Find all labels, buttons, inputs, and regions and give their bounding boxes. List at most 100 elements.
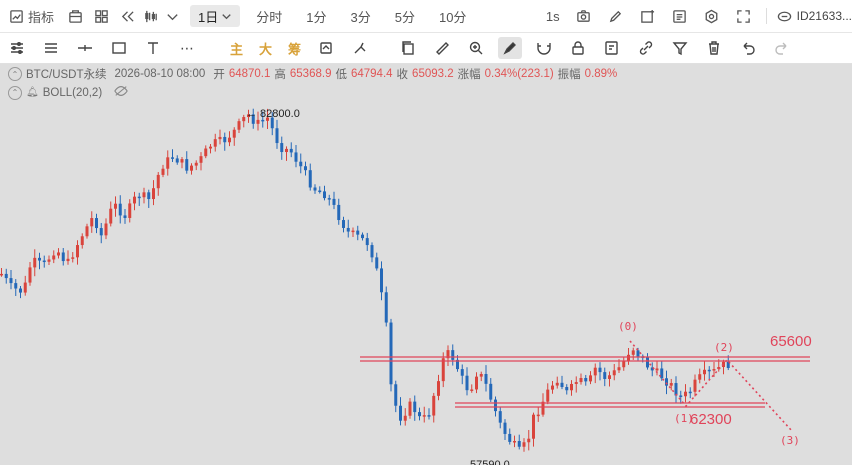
menu-lines-icon[interactable] [34,33,68,63]
user-id-button[interactable]: ID21633... [773,0,852,32]
candle-body-9 [42,260,46,263]
rectangle-icon[interactable] [102,33,136,63]
candle-body-8 [38,257,41,261]
link-chain-icon[interactable] [629,33,663,63]
collapse-icon[interactable]: ⌃ [8,67,22,81]
lock-icon[interactable] [561,33,595,63]
candle-body-100 [475,376,478,390]
candle-body-125 [593,367,597,376]
candle-body-69 [327,198,331,200]
settings-gear-icon[interactable] [696,0,728,32]
chart-mode-0[interactable]: 主 [222,39,251,58]
candle-body-81 [384,292,388,323]
candle-body-148 [703,369,706,375]
candle-body-75 [356,230,360,235]
timeframe-4[interactable]: 10分 [427,7,478,26]
draw-mode-icon[interactable] [493,33,527,63]
replay-icon[interactable] [309,33,343,63]
candle-body-133 [631,350,635,355]
rewind-icon[interactable] [114,0,140,32]
pencil-icon[interactable] [600,0,632,32]
edit-list-icon[interactable] [595,33,629,63]
candle-body-126 [598,367,602,373]
undo-icon[interactable] [731,33,765,63]
chevron-down-icon[interactable] [162,0,186,32]
candle-body-30 [142,192,146,198]
candle-body-95 [451,350,455,360]
candle-body-40 [190,165,193,171]
indicator-button[interactable]: 指标 [0,0,62,32]
trash-icon[interactable] [697,33,731,63]
layout-grid-icon[interactable] [88,0,114,32]
close-value: 65093.2 [412,68,454,80]
chevron-down-icon [218,8,234,24]
candle-body-16 [76,245,79,258]
candle-body-38 [180,159,184,163]
text-icon[interactable] [136,33,170,63]
candle-body-35 [166,157,170,169]
candle-body-1 [4,273,8,279]
indicator-label: 指标 [28,9,55,25]
chart-mode-1[interactable]: 大 [251,39,280,58]
candle-body-145 [688,391,692,394]
candle-body-61 [289,148,293,153]
candle-body-142 [674,383,678,396]
timeframe-1[interactable]: 1分 [294,7,338,26]
candle-body-4 [19,288,22,293]
candle-body-55 [261,119,265,122]
ruler-icon[interactable] [425,33,459,63]
timeframe-3[interactable]: 5分 [383,7,427,26]
candle-body-105 [498,411,502,423]
candle-body-134 [636,350,640,357]
candlestick-chart[interactable]: ← 82800.0 57590.0 65600 62300 (0) (1) (2) (3) [0,96,852,465]
candle-body-76 [361,234,364,239]
sliders-icon[interactable] [0,33,34,63]
template-icon[interactable] [62,0,88,32]
magnet-icon[interactable] [527,33,561,63]
more-icon[interactable]: ⋯ [170,33,204,63]
candle-body-39 [185,159,189,171]
interval-button[interactable]: 1s [538,0,568,32]
timeframe-selector[interactable]: 1日 [190,5,241,27]
copy-icon[interactable] [391,33,425,63]
candle-body-107 [508,433,512,442]
candle-body-72 [342,220,345,228]
candle-body-88 [418,412,421,417]
candle-body-82 [389,322,393,385]
timeframe-0[interactable]: 分时 [244,7,294,26]
fullscreen-icon[interactable] [728,0,760,32]
candle-body-71 [337,204,341,221]
filter-icon[interactable] [663,33,697,63]
brush-measure-icon[interactable] [343,33,377,63]
candle-body-149 [707,369,711,372]
horizontal-line-icon[interactable] [68,33,102,63]
list-icon[interactable] [664,0,696,32]
candle-body-19 [90,218,94,227]
candle-body-28 [133,196,136,204]
candle-body-129 [612,370,616,376]
chart-mode-2[interactable]: 筹 [280,39,309,58]
candle-body-32 [152,188,155,200]
candle-body-101 [479,373,483,377]
candle-body-108 [513,441,516,443]
candle-body-54 [256,119,260,124]
candle-body-41 [194,162,198,166]
add-window-icon[interactable] [632,0,664,32]
candle-body-139 [660,368,664,379]
candle-body-111 [527,438,531,443]
candle-body-91 [432,395,436,416]
candle-body-14 [66,258,70,262]
candle-type-icon[interactable] [140,0,162,32]
candle-body-7 [33,257,37,268]
candle-body-79 [375,257,379,269]
candle-body-78 [370,245,374,258]
candle-body-50 [237,121,241,130]
timeframe-2[interactable]: 3分 [339,7,383,26]
redo-icon[interactable] [765,33,799,63]
camera-icon[interactable] [568,0,600,32]
zoom-in-icon[interactable] [459,33,493,63]
candle-body-12 [57,252,60,256]
max-price-label: ← 82800.0 [246,108,300,120]
candle-body-27 [128,203,132,218]
high-label: 高 [274,69,286,81]
